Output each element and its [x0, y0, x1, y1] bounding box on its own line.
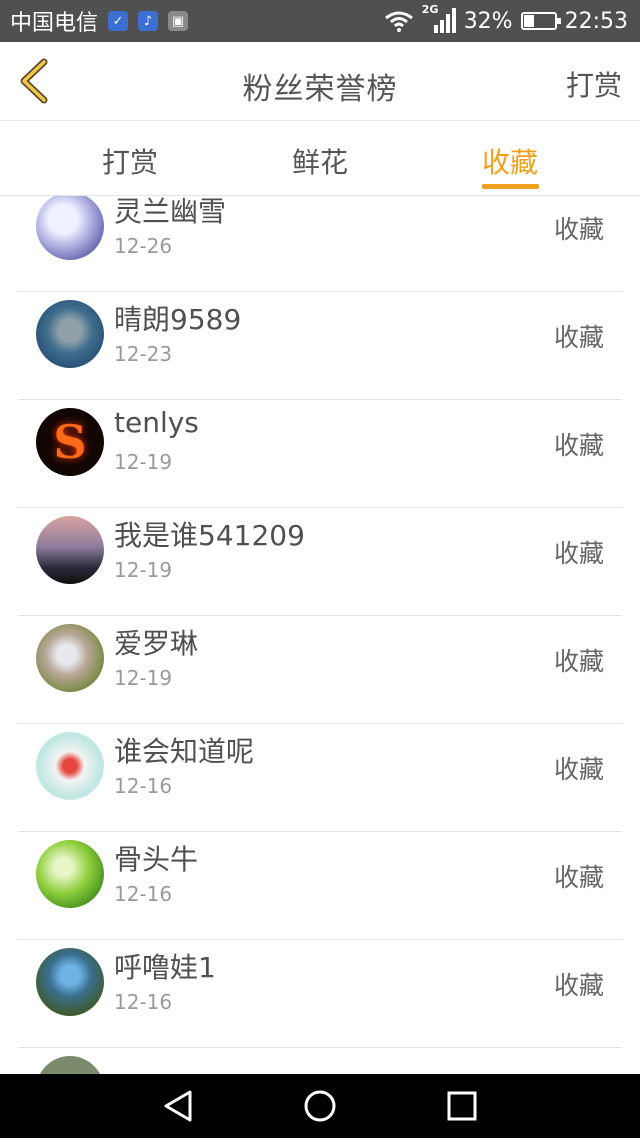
fan-name: 灵兰幽雪	[114, 196, 227, 228]
tab-bar: 打赏 鲜花 收藏	[0, 121, 640, 196]
triangle-back-icon[interactable]	[160, 1088, 196, 1124]
fan-date: 12-19	[114, 558, 173, 582]
avatar	[36, 624, 104, 692]
fan-name: 我是谁541209	[114, 519, 305, 552]
action-label: 收藏	[553, 647, 604, 676]
fan-date: 12-19	[114, 666, 173, 690]
avatar	[36, 516, 104, 584]
header: 粉丝荣誉榜 打赏	[0, 42, 640, 121]
avatar	[36, 948, 104, 1016]
fan-date: 12-23	[114, 342, 173, 366]
list-item-partial[interactable]	[18, 1048, 622, 1074]
fan-name: 晴朗9589	[114, 303, 242, 336]
avatar	[36, 300, 104, 368]
list-item[interactable]: 骨头牛 12-16 收藏	[18, 832, 622, 940]
fan-date: 12-16	[114, 774, 173, 798]
avatar	[36, 196, 104, 260]
action-label: 收藏	[553, 863, 604, 892]
list-item[interactable]: 我是谁541209 12-19 收藏	[18, 508, 622, 616]
action-label: 收藏	[553, 539, 604, 568]
avatar	[36, 840, 104, 908]
clock: 22:53	[564, 8, 628, 34]
image-icon: ▣	[168, 11, 189, 31]
fan-name: 谁会知道呢	[114, 735, 255, 768]
avatar	[36, 1056, 104, 1074]
list-item[interactable]: S tenlys 12-19 收藏	[18, 400, 622, 508]
action-label: 收藏	[553, 431, 604, 460]
fan-list[interactable]: 灵兰幽雪 12-26 收藏 晴朗9589 12-23 收藏 S tenlys 1…	[0, 196, 640, 1074]
reward-button[interactable]: 打赏	[566, 64, 622, 104]
square-recent-icon[interactable]	[444, 1088, 480, 1124]
fan-date: 12-26	[114, 234, 173, 258]
app-notification-icon: ♪	[138, 11, 159, 31]
active-tab-indicator	[482, 184, 539, 189]
fan-date: 12-16	[114, 882, 173, 906]
action-label: 收藏	[553, 971, 604, 1000]
action-label: 收藏	[553, 755, 604, 784]
list-item[interactable]: 呼噜娃1 12-16 收藏	[18, 940, 622, 1048]
fan-name: tenlys	[114, 406, 199, 439]
battery-percent: 32%	[463, 8, 513, 34]
action-label: 收藏	[553, 215, 604, 244]
fan-date: 12-16	[114, 990, 173, 1014]
shield-icon: ✓	[108, 11, 129, 31]
wifi-icon	[384, 11, 413, 32]
signal-icon: 2G	[422, 3, 456, 35]
avatar: S	[36, 408, 104, 476]
list-item[interactable]: 晴朗9589 12-23 收藏	[18, 292, 622, 400]
fan-name: 骨头牛	[114, 843, 199, 876]
tab-reward[interactable]: 打赏	[102, 141, 158, 181]
tab-favorites[interactable]: 收藏	[482, 141, 538, 181]
system-navigation-bar	[0, 1074, 640, 1138]
battery-icon	[520, 12, 561, 30]
list-item[interactable]: 灵兰幽雪 12-26 收藏	[18, 196, 622, 292]
avatar	[36, 732, 104, 800]
list-item[interactable]: 爱罗琳 12-19 收藏	[18, 616, 622, 724]
status-bar: 中国电信 ✓ ♪ ▣ 2G 32% 22:53	[0, 0, 640, 42]
tab-flowers[interactable]: 鲜花	[292, 141, 348, 181]
fan-name: 爱罗琳	[114, 627, 199, 660]
fan-name: 呼噜娃1	[114, 951, 216, 984]
action-label: 收藏	[553, 323, 604, 352]
fan-date: 12-19	[114, 450, 173, 474]
carrier-label: 中国电信	[10, 11, 99, 36]
list-item[interactable]: 谁会知道呢 12-16 收藏	[18, 724, 622, 832]
page-title: 粉丝荣誉榜	[242, 72, 398, 107]
circle-home-icon[interactable]	[302, 1088, 338, 1124]
